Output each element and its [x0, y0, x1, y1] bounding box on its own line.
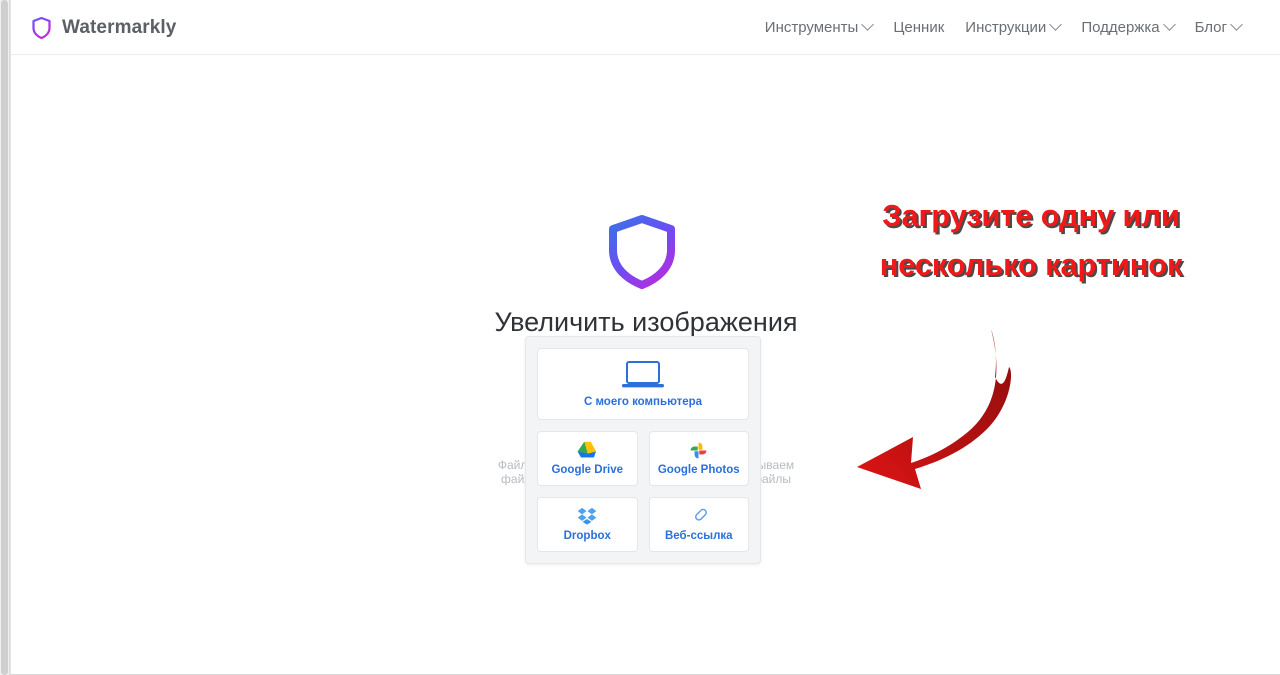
upload-from-computer-button[interactable]: С моего компьютера — [537, 348, 749, 420]
shield-icon — [609, 215, 675, 289]
upload-web-link-button[interactable]: Веб-ссылка — [648, 497, 749, 552]
brand-logo-link[interactable]: Watermarkly — [32, 0, 176, 55]
nav-item-support[interactable]: Поддержка — [1081, 18, 1176, 36]
nav-item-pricing[interactable]: Ценник — [893, 19, 944, 36]
nav-label: Ценник — [893, 19, 945, 36]
nav-label: Блог — [1194, 19, 1227, 36]
main-navigation: Инструменты Ценник Инструкции Поддержка … — [764, 0, 1243, 55]
chevron-down-icon — [1049, 18, 1063, 31]
nav-item-instructions[interactable]: Инструкции — [965, 18, 1063, 36]
upload-google-photos-button[interactable]: Google Photos — [648, 431, 749, 486]
page-frame: Watermarkly Инструменты Ценник Инструкци… — [0, 0, 1280, 675]
site-header: Watermarkly Инструменты Ценник Инструкци… — [11, 0, 1280, 55]
nav-label: Поддержка — [1081, 19, 1160, 36]
upload-sources-row-1: Google Drive Google Photos — [537, 431, 749, 486]
google-photos-icon — [689, 440, 708, 460]
laptop-icon — [622, 360, 664, 387]
page-title: Увеличить изображения — [494, 307, 798, 337]
dropbox-icon — [577, 506, 597, 526]
scrollbar-thumb[interactable] — [1, 0, 8, 675]
upload-web-link-label: Веб-ссылка — [664, 530, 733, 542]
brand-name: Watermarkly — [62, 16, 177, 38]
vertical-scrollbar[interactable] — [0, 0, 10, 675]
upload-dropbox-button[interactable]: Dropbox — [537, 497, 638, 552]
nav-item-tools[interactable]: Инструменты — [764, 18, 875, 36]
nav-item-blog[interactable]: Блог — [1194, 18, 1243, 36]
upload-options-panel: С моего компьютера Google Drive Google P… — [525, 336, 761, 564]
upload-google-drive-button[interactable]: Google Drive — [537, 431, 638, 486]
upload-google-drive-label: Google Drive — [551, 464, 624, 476]
upload-sources-row-2: Dropbox Веб-ссылка — [537, 497, 749, 552]
upload-dropbox-label: Dropbox — [563, 530, 611, 542]
curved-arrow-down-left-icon — [857, 329, 1012, 489]
upload-google-photos-label: Google Photos — [657, 464, 740, 476]
chevron-down-icon — [861, 18, 875, 31]
nav-label: Инструменты — [764, 19, 859, 36]
chevron-down-icon — [1162, 18, 1176, 31]
annotation-text: Загрузите одну или несколько картинок — [879, 198, 1183, 282]
hero-section: Увеличить изображения Файлы не загружают… — [11, 55, 1280, 674]
shield-icon — [32, 16, 51, 39]
nav-label: Инструкции — [965, 19, 1047, 36]
page-viewport: Watermarkly Инструменты Ценник Инструкци… — [10, 0, 1280, 675]
google-drive-icon — [577, 440, 598, 460]
chevron-down-icon — [1230, 18, 1243, 31]
upload-from-computer-label: С моего компьютера — [583, 395, 703, 408]
link-icon — [690, 506, 708, 526]
